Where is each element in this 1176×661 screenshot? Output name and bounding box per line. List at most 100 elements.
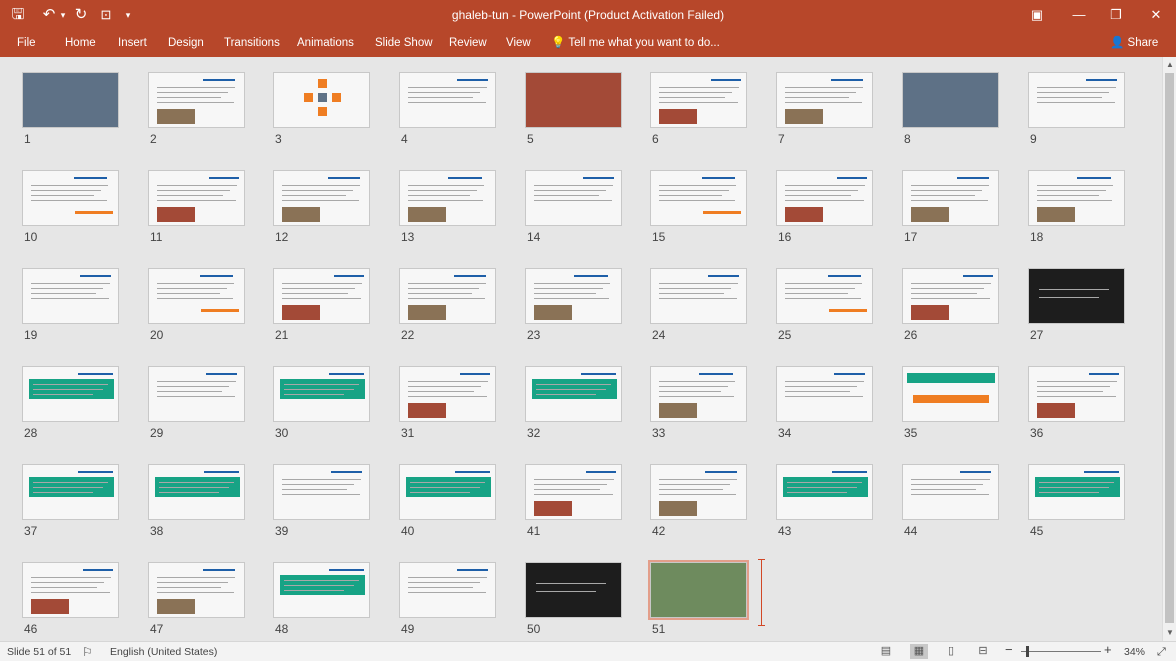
zoom-level[interactable]: 34% xyxy=(1124,645,1145,659)
vertical-scrollbar[interactable]: ▲ ▼ xyxy=(1162,57,1176,641)
tab-home[interactable]: Home xyxy=(65,35,96,51)
thumbnail-graphic xyxy=(33,394,93,395)
slide-thumbnail[interactable] xyxy=(902,170,999,226)
zoom-out-button[interactable]: − xyxy=(1005,643,1013,657)
slide-thumbnail[interactable] xyxy=(525,72,622,128)
slide-thumbnail[interactable] xyxy=(525,366,622,422)
slide-number: 1 xyxy=(24,132,31,146)
scroll-up-icon[interactable]: ▲ xyxy=(1163,58,1176,72)
slide-thumbnail[interactable] xyxy=(776,366,873,422)
slide-thumbnail[interactable] xyxy=(902,464,999,520)
slide-thumbnail[interactable] xyxy=(273,562,370,618)
slide-thumbnail[interactable] xyxy=(22,366,119,422)
reading-view-icon[interactable]: ▯ xyxy=(942,644,960,659)
thumbnail-graphic xyxy=(157,599,195,614)
close-button[interactable]: ✕ xyxy=(1141,4,1171,26)
slide-thumbnail[interactable] xyxy=(148,366,245,422)
slide-thumbnail[interactable] xyxy=(22,562,119,618)
slide-thumbnail[interactable] xyxy=(1028,268,1125,324)
tab-transitions[interactable]: Transitions xyxy=(224,35,280,51)
tab-slide-show[interactable]: Slide Show xyxy=(375,35,433,51)
slide-thumbnail[interactable] xyxy=(399,464,496,520)
tab-animations[interactable]: Animations xyxy=(297,35,354,51)
slide-thumbnail[interactable] xyxy=(648,560,749,620)
scrollbar-thumb[interactable] xyxy=(1165,73,1174,623)
slide-thumbnail[interactable] xyxy=(902,72,999,128)
slide-thumbnail[interactable] xyxy=(273,170,370,226)
slide-thumbnail[interactable] xyxy=(273,268,370,324)
slide-thumbnail[interactable] xyxy=(1028,72,1125,128)
tab-insert[interactable]: Insert xyxy=(118,35,147,51)
slide-thumbnail[interactable] xyxy=(902,268,999,324)
slide-thumbnail[interactable] xyxy=(399,268,496,324)
tab-review[interactable]: Review xyxy=(449,35,487,51)
tell-me-text: Tell me what you want to do... xyxy=(568,37,720,49)
slide-thumbnail[interactable] xyxy=(22,72,119,128)
thumbnail-graphic xyxy=(33,482,108,483)
scroll-down-icon[interactable]: ▼ xyxy=(1163,626,1176,640)
slide-thumbnail[interactable] xyxy=(1028,170,1125,226)
restore-button[interactable]: ❐ xyxy=(1101,4,1131,26)
tab-view[interactable]: View xyxy=(506,35,531,51)
slide-thumbnail[interactable] xyxy=(148,464,245,520)
slide-number: 41 xyxy=(527,524,541,538)
slide-thumbnail[interactable] xyxy=(525,464,622,520)
slide-thumbnail[interactable] xyxy=(650,72,747,128)
ribbon-display-options-button[interactable]: ▣ xyxy=(1022,4,1052,26)
zoom-slider[interactable] xyxy=(1021,651,1101,652)
slide-thumbnail[interactable] xyxy=(1028,366,1125,422)
slide-thumbnail[interactable] xyxy=(525,562,622,618)
thumbnail-graphic xyxy=(83,569,113,571)
slide-thumbnail[interactable] xyxy=(399,562,496,618)
thumbnail-graphic xyxy=(659,195,722,196)
slide-thumbnail[interactable] xyxy=(148,268,245,324)
tab-design[interactable]: Design xyxy=(168,35,204,51)
normal-view-icon[interactable]: ▤ xyxy=(877,644,895,659)
slide-thumbnail[interactable] xyxy=(902,366,999,422)
slide-thumbnail[interactable] xyxy=(399,366,496,422)
slide-thumbnail[interactable] xyxy=(148,562,245,618)
slide-show-view-icon[interactable]: ⊟ xyxy=(974,644,992,659)
thumbnail-graphic xyxy=(200,275,233,277)
slide-thumbnail[interactable] xyxy=(776,72,873,128)
slide-thumbnail[interactable] xyxy=(1028,464,1125,520)
zoom-slider-handle[interactable] xyxy=(1026,646,1029,657)
slide-sorter-view-icon[interactable]: ▦ xyxy=(910,644,928,659)
slide-thumbnail[interactable] xyxy=(650,366,747,422)
slide-thumbnail[interactable] xyxy=(650,464,747,520)
slide-thumbnail[interactable] xyxy=(22,464,119,520)
minimize-button[interactable]: — xyxy=(1064,4,1094,26)
slide-thumbnail[interactable] xyxy=(148,72,245,128)
thumbnail-graphic xyxy=(787,482,862,483)
slide-thumbnail[interactable] xyxy=(273,366,370,422)
slide-number: 39 xyxy=(275,524,289,538)
slide-thumbnail[interactable] xyxy=(148,170,245,226)
slide-thumbnail[interactable] xyxy=(273,72,370,128)
slide-thumbnail[interactable] xyxy=(399,72,496,128)
slide-thumbnail[interactable] xyxy=(273,464,370,520)
tab-file[interactable]: File xyxy=(17,35,36,51)
slide-thumbnail[interactable] xyxy=(525,268,622,324)
slide-thumbnail[interactable] xyxy=(399,170,496,226)
thumbnail-graphic xyxy=(659,200,735,201)
zoom-in-button[interactable]: + xyxy=(1104,643,1112,657)
thumbnail-graphic xyxy=(31,185,108,186)
slide-thumbnail[interactable] xyxy=(22,170,119,226)
slide-thumbnail[interactable] xyxy=(525,170,622,226)
thumbnail-graphic xyxy=(903,73,998,127)
slide-thumbnail[interactable] xyxy=(776,170,873,226)
slide-thumbnail[interactable] xyxy=(776,464,873,520)
thumbnail-graphic xyxy=(829,309,867,312)
spelling-check-icon[interactable]: ⚐ xyxy=(82,645,93,659)
slide-number: 16 xyxy=(778,230,792,244)
language-indicator[interactable]: English (United States) xyxy=(110,645,217,659)
share-button[interactable]: 👤 Share xyxy=(1110,33,1158,53)
slide-thumbnail[interactable] xyxy=(650,268,747,324)
slide-thumbnail[interactable] xyxy=(776,268,873,324)
thumbnail-graphic xyxy=(785,298,861,299)
tell-me-search[interactable]: 💡 Tell me what you want to do... xyxy=(551,35,720,51)
thumbnail-graphic xyxy=(659,494,736,495)
fit-to-window-icon[interactable]: ⤢ xyxy=(1157,645,1166,659)
slide-thumbnail[interactable] xyxy=(22,268,119,324)
slide-thumbnail[interactable] xyxy=(650,170,747,226)
